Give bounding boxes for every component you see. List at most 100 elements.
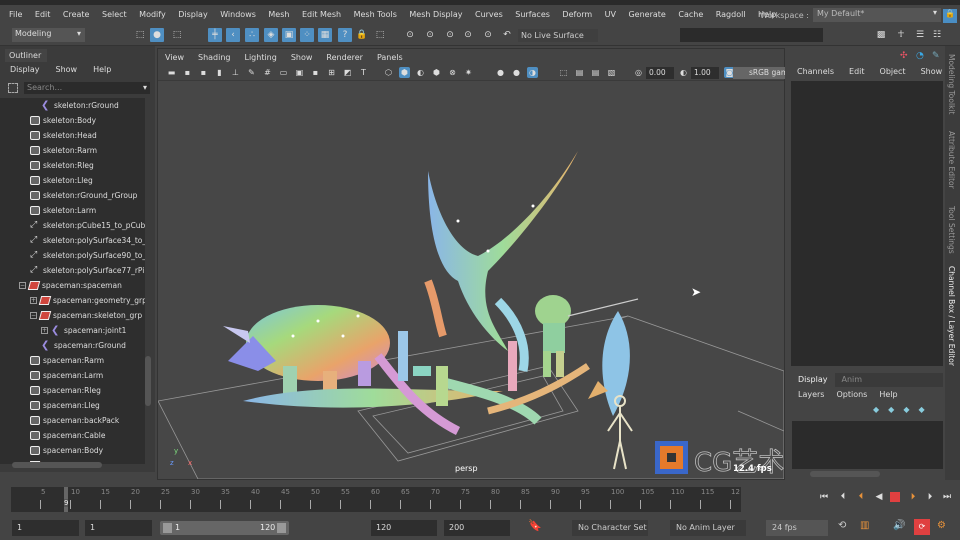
menu-generate[interactable]: Generate — [628, 10, 665, 19]
outliner-item[interactable]: skeleton:Body — [30, 113, 96, 128]
color-space-dropdown[interactable]: sRGB gamma — [733, 67, 785, 79]
reflect-icon[interactable]: ⊙ — [443, 28, 457, 42]
snap-icon[interactable]: ✣ — [900, 51, 908, 61]
outliner-item[interactable]: skeleton:Rleg — [30, 158, 94, 173]
menu-cache[interactable]: Cache — [678, 10, 703, 19]
viewport-menu-renderer[interactable]: Renderer — [326, 53, 363, 62]
range-slider[interactable]: 1 120 — [160, 521, 289, 535]
outliner-item[interactable]: skeleton:Head — [30, 128, 97, 143]
playback-end-field[interactable]: 120 — [371, 520, 437, 536]
layer-menu-help[interactable]: Help — [879, 390, 897, 399]
grease-pencil-icon[interactable]: ✎ — [246, 67, 257, 78]
play-backwards-icon[interactable]: ◀ — [873, 491, 885, 503]
outliner-menu-show[interactable]: Show — [56, 65, 78, 74]
expand-icon[interactable]: + — [41, 327, 48, 334]
select-by-hierarchy-icon[interactable]: ⬚ — [133, 28, 147, 42]
outliner-item[interactable]: spaceman:Body — [30, 443, 103, 458]
fps-dropdown[interactable]: 24 fps — [766, 520, 828, 536]
undo-icon[interactable]: ↶ — [500, 28, 514, 42]
move-layer-down-icon[interactable]: ◆ — [918, 405, 924, 414]
tab-display[interactable]: Display — [791, 373, 835, 387]
outliner-vertical-scrollbar[interactable] — [145, 356, 151, 406]
animation-preferences-icon[interactable]: ⚙ — [937, 520, 946, 531]
cb-menu-object[interactable]: Object — [880, 67, 906, 76]
wireframe-icon[interactable]: ⬡ — [383, 67, 394, 78]
menu-ragdoll[interactable]: Ragdoll — [716, 10, 746, 19]
menu-create[interactable]: Create — [63, 10, 90, 19]
bookmark-icon[interactable]: 🔖 — [528, 519, 542, 532]
snap-to-curve-icon[interactable]: ‹ — [226, 28, 240, 42]
loop-icon[interactable]: ⟲ — [838, 520, 846, 531]
render-view-icon[interactable]: ▩ — [874, 28, 888, 42]
viewport-menu-view[interactable]: View — [165, 53, 184, 62]
menu-edit-mesh[interactable]: Edit Mesh — [302, 10, 341, 19]
gamma-icon[interactable]: ◐ — [678, 67, 689, 78]
exposure-field[interactable]: 0.00 — [646, 67, 674, 79]
select-by-component-icon[interactable]: ⬚ — [170, 28, 184, 42]
menu-surfaces[interactable]: Surfaces — [515, 10, 550, 19]
xray-joints-icon[interactable]: ▤ — [590, 67, 601, 78]
lights-icon[interactable]: ✷ — [463, 67, 474, 78]
menu-modify[interactable]: Modify — [139, 10, 166, 19]
menu-mesh-display[interactable]: Mesh Display — [409, 10, 462, 19]
layer-horizontal-scrollbar[interactable] — [810, 471, 880, 477]
menu-mesh[interactable]: Mesh — [268, 10, 289, 19]
tab-tool-settings[interactable]: Tool Settings — [947, 206, 956, 254]
outliner-menu-display[interactable]: Display — [10, 65, 40, 74]
menu-set-dropdown[interactable]: Modeling — [12, 28, 85, 42]
snap-to-grid-icon[interactable]: ╪ — [208, 28, 222, 42]
outliner-item[interactable]: + ❮ spaceman:joint1 — [41, 323, 126, 338]
time-slider-bar[interactable]: 9 5 10 15 20 25 30 35 40 45 50 55 60 65 70 75 80 85 90 95 1… — [11, 487, 741, 512]
snap-to-view-plane-icon[interactable]: ▣ — [282, 28, 296, 42]
outliner-item[interactable]: spaceman:Cable — [30, 428, 105, 443]
tweak-icon[interactable]: ⊙ — [461, 28, 475, 42]
range-start-handle[interactable] — [163, 523, 172, 533]
outliner-horizontal-scrollbar[interactable] — [12, 462, 102, 468]
outliner-item[interactable]: spaceman:Lleg — [30, 398, 100, 413]
outliner-item[interactable]: ❮ skeleton:rGround — [41, 98, 119, 113]
help-icon[interactable]: ? — [338, 28, 352, 42]
auto-key-icon[interactable]: ⟳ — [914, 519, 930, 535]
film-gate-icon[interactable]: ▭ — [278, 67, 289, 78]
outliner-item[interactable]: − spaceman:spaceman — [19, 278, 122, 293]
gamma-field[interactable]: 1.00 — [691, 67, 719, 79]
camera-icon[interactable]: ▬ — [166, 67, 177, 78]
checker-icon[interactable]: ⊗ — [447, 67, 458, 78]
outliner-item[interactable]: skeleton:Rarm — [30, 143, 97, 158]
outliner-item[interactable]: spaceman:backPack — [30, 413, 119, 428]
viewport-menu-shading[interactable]: Shading — [198, 53, 231, 62]
3d-scene[interactable]: CG艺术家 — [158, 81, 784, 479]
live-surface-field[interactable]: No Live Surface — [518, 29, 598, 42]
outliner-item[interactable]: ⤢ skeleton:polySurface34_to_p — [30, 233, 145, 248]
bookmark-camera-icon[interactable]: ▪ — [198, 67, 209, 78]
outliner-item[interactable]: skeleton:Lleg — [30, 173, 93, 188]
stop-icon[interactable] — [890, 492, 900, 502]
step-forward-key-icon[interactable]: ⏵ — [924, 491, 936, 503]
step-back-frame-icon[interactable]: ⏴ — [855, 491, 867, 503]
field-chart-icon[interactable]: ⊞ — [326, 67, 337, 78]
go-to-end-icon[interactable]: ⏭ — [941, 491, 953, 503]
outliner-item[interactable]: ❮ spaceman:rGround — [41, 338, 126, 353]
outliner-item[interactable]: skeleton:rGround_rGroup — [30, 188, 137, 203]
sync-icon[interactable]: ◔ — [916, 51, 924, 61]
cache-playback-icon[interactable]: ▥ — [860, 520, 869, 531]
lock-selection-icon[interactable]: 🔒 — [355, 28, 369, 42]
outliner-item[interactable]: + spaceman:geometry_grp — [30, 293, 145, 308]
gate-mask-icon[interactable]: ▪ — [310, 67, 321, 78]
outliner-tab[interactable]: Outliner — [5, 49, 47, 62]
symmetry-icon[interactable]: ⊙ — [403, 28, 417, 42]
new-layer-icon[interactable]: ◆ — [873, 405, 879, 414]
shadows-icon[interactable]: ● — [495, 67, 506, 78]
isolate-select-icon[interactable]: ⬚ — [558, 67, 569, 78]
menu-mesh-tools[interactable]: Mesh Tools — [354, 10, 397, 19]
outliner-menu-help[interactable]: Help — [93, 65, 111, 74]
lock-icon[interactable]: 🔒 — [943, 9, 957, 23]
xray-icon[interactable]: ▤ — [574, 67, 585, 78]
new-layer-selected-icon[interactable]: ◆ — [888, 405, 894, 414]
menu-file[interactable]: File — [9, 10, 22, 19]
edit-icon[interactable]: ✎ — [932, 51, 940, 61]
sound-icon[interactable]: 🔊 — [893, 520, 905, 531]
default-material-icon[interactable]: ◐ — [415, 67, 426, 78]
ambient-occlusion-icon[interactable]: ● — [511, 67, 522, 78]
cb-menu-show[interactable]: Show — [921, 67, 943, 76]
